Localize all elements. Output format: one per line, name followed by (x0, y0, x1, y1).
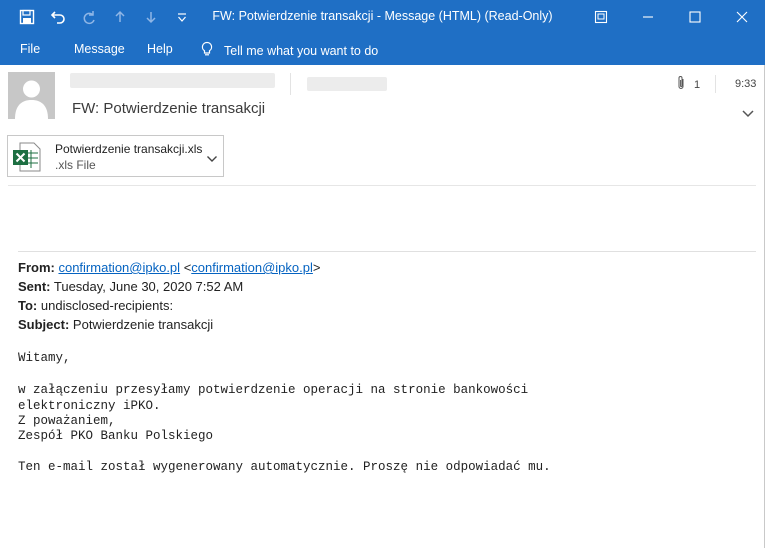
message-subject: FW: Potwierdzenie transakcji (72, 100, 266, 117)
forwarded-subject: Subject: Potwierdzenie transakcji (18, 317, 213, 332)
attachment-count: 1 (676, 75, 700, 94)
body-line-2: elektroniczny iPKO. (18, 399, 161, 413)
down-arrow-icon[interactable] (140, 6, 162, 28)
tell-me-label: Tell me what you want to do (224, 43, 379, 58)
sender-name-redacted (70, 73, 275, 88)
save-icon[interactable] (16, 6, 38, 28)
up-arrow-icon[interactable] (109, 6, 131, 28)
subject-label: Subject: (18, 317, 70, 332)
body-greeting: Witamy, (18, 351, 71, 365)
header-separator (290, 73, 291, 95)
forwarded-from: From: confirmation@ipko.pl <confirmation… (18, 260, 321, 275)
received-time: 9:33 (735, 78, 757, 90)
from-email-link-2[interactable]: confirmation@ipko.pl (191, 260, 313, 275)
divider (18, 251, 756, 252)
quick-access-toolbar (16, 6, 202, 28)
divider (8, 185, 756, 186)
sent-value: Tuesday, June 30, 2020 7:52 AM (53, 279, 244, 294)
body-line-4: Zespół PKO Banku Polskiego (18, 429, 214, 443)
menu-message[interactable]: Message (74, 42, 125, 56)
maximize-icon[interactable] (671, 0, 718, 34)
menu-file[interactable]: File (20, 42, 40, 56)
body-line-1: w załączeniu przesyłamy potwierdzenie op… (18, 383, 529, 397)
subject-value: Potwierdzenie transakcji (72, 317, 214, 332)
to-value: undisclosed-recipients: (40, 298, 174, 313)
from-email-link[interactable]: confirmation@ipko.pl (58, 260, 180, 275)
body-footer: Ten e-mail został wygenerowany automatyc… (18, 460, 551, 474)
menu-bar: File Message Help Tell me what you want … (0, 34, 765, 65)
forwarded-sent: Sent: Tuesday, June 30, 2020 7:52 AM (18, 279, 243, 294)
attachment-name: Potwierdzenie transakcji.xls (55, 142, 203, 156)
chevron-down-icon[interactable] (206, 151, 218, 166)
message-header: FW: Potwierdzenie transakcji 1 9:33 (0, 65, 765, 130)
attachment-card[interactable]: Potwierdzenie transakcji.xls .xls File (7, 135, 224, 177)
tell-me-search[interactable]: Tell me what you want to do (200, 41, 378, 60)
menu-help[interactable]: Help (147, 42, 173, 56)
avatar-icon (8, 72, 55, 119)
lightbulb-icon (200, 41, 214, 60)
customize-icon[interactable] (171, 6, 193, 28)
sent-label: Sent: (18, 279, 51, 294)
excel-file-icon (12, 141, 42, 176)
attachment-count-value: 1 (694, 78, 701, 91)
chevron-down-icon[interactable] (741, 107, 755, 122)
paperclip-icon (676, 75, 686, 94)
title-bar: FW: Potwierdzenie transakcji - Message (… (0, 0, 765, 34)
minimize-icon[interactable] (624, 0, 671, 34)
redo-icon[interactable] (78, 6, 100, 28)
forwarded-to: To: undisclosed-recipients: (18, 298, 173, 313)
recipient-redacted (307, 77, 387, 91)
to-label: To: (18, 298, 38, 313)
attachment-type: .xls File (55, 158, 96, 172)
close-icon[interactable] (718, 0, 765, 34)
restore-icon[interactable] (577, 0, 624, 34)
header-separator-2 (715, 75, 716, 93)
window-controls (577, 0, 765, 34)
undo-icon[interactable] (47, 6, 69, 28)
body-line-3: Z poważaniem, (18, 414, 116, 428)
from-label: From: (18, 260, 55, 275)
